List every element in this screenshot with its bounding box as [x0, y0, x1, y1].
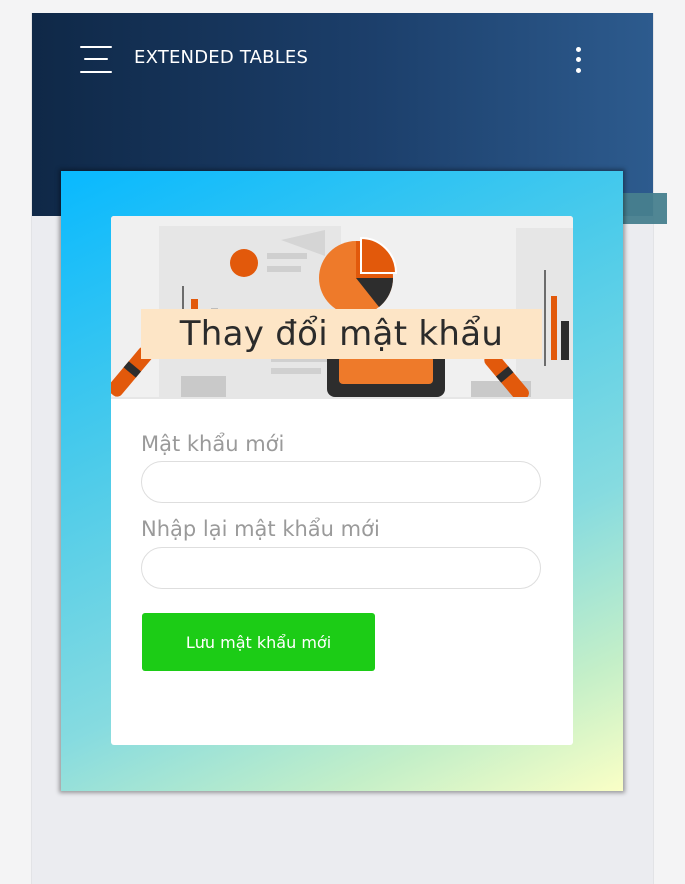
new-password-label: Mật khẩu mới	[141, 432, 285, 456]
confirm-password-input[interactable]	[141, 547, 541, 589]
confirm-password-label: Nhập lại mật khẩu mới	[141, 517, 380, 541]
navbar-title: EXTENDED TABLES	[134, 47, 309, 68]
banner-image: Thay đổi mật khẩu	[111, 216, 573, 397]
more-vertical-icon[interactable]	[571, 47, 587, 73]
hamburger-menu-icon[interactable]	[80, 46, 112, 74]
page-title: Thay đổi mật khẩu	[141, 309, 542, 359]
change-password-card: Thay đổi mật khẩu Mật khẩu mới Nhập lại …	[111, 216, 573, 745]
analytics-illustration	[111, 216, 573, 397]
divider	[111, 397, 573, 399]
new-password-input[interactable]	[141, 461, 541, 503]
save-password-button[interactable]: Lưu mật khẩu mới	[142, 613, 375, 671]
